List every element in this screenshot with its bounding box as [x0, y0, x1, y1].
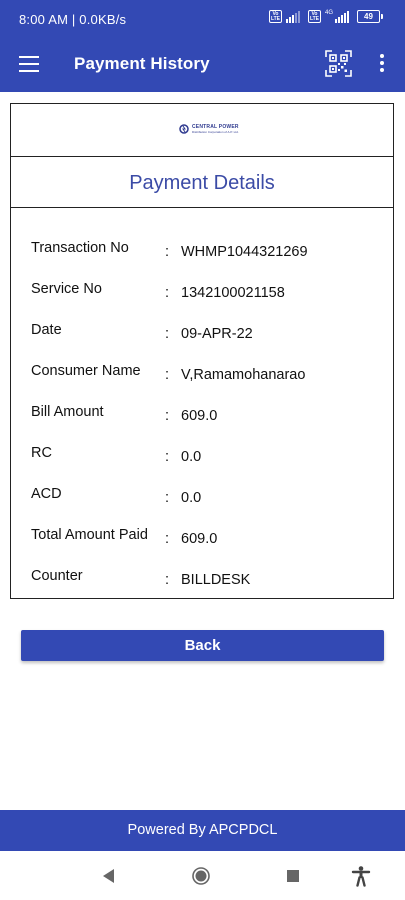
detail-row-date: Date : 09-APR-22 [11, 322, 393, 363]
row-label: Total Amount Paid [31, 527, 148, 543]
logo-header: CENTRAL POWER Distribution Corporation o… [11, 104, 393, 157]
payment-details-title: Payment Details [129, 172, 275, 194]
row-separator: : [165, 367, 170, 383]
row-value: 0.0 [181, 449, 202, 465]
row-value: 0.0 [181, 490, 202, 506]
row-separator: : [165, 285, 170, 301]
detail-row-consumer-name: Consumer Name : V,Ramamohanarao [11, 363, 393, 404]
nav-back-icon[interactable] [98, 865, 120, 887]
more-vert-icon[interactable] [372, 54, 392, 76]
section-title-box: Payment Details [11, 156, 393, 208]
row-value: 1342100021158 [181, 285, 285, 301]
network-type-label: 4G [324, 10, 333, 16]
signal-strength-icon [285, 10, 300, 23]
status-bar: 8:00 AM | 0.0KB/s Vo LTE Vo LTE 4G 49 [0, 0, 405, 38]
system-nav-bar [0, 851, 405, 900]
row-label: Date [31, 322, 62, 338]
row-separator: : [165, 490, 170, 506]
signal-strength-icon [335, 10, 349, 23]
battery-icon: 49 [357, 10, 383, 23]
footer-powered-by: Powered By APCPDCL [0, 810, 405, 851]
detail-row-rc: RC : 0.0 [11, 445, 393, 486]
qr-code-scan-icon[interactable] [325, 50, 352, 77]
detail-row-bill-amount: Bill Amount : 609.0 [11, 404, 393, 445]
row-value: 609.0 [181, 531, 218, 547]
back-button[interactable]: Back [21, 630, 384, 661]
row-separator: : [165, 408, 170, 424]
detail-row-counter: Counter : BILLDESK [11, 568, 393, 609]
row-value: V,Ramamohanarao [181, 367, 306, 383]
row-separator: : [165, 572, 170, 588]
row-separator: : [165, 326, 170, 342]
accessibility-icon[interactable] [350, 865, 372, 887]
row-separator: : [165, 531, 170, 547]
logo-emblem-icon [179, 124, 189, 134]
detail-row-total-amount-paid: Total Amount Paid : 609.0 [11, 527, 393, 568]
logo-subtitle: Distribution Corporation of A.P. Ltd. [192, 129, 239, 134]
hamburger-menu-icon[interactable] [19, 56, 39, 72]
page-title: Payment History [74, 54, 210, 73]
detail-row-transaction-no: Transaction No : WHMP1044321269 [11, 240, 393, 281]
row-label: ACD [31, 486, 62, 502]
row-separator: : [165, 449, 170, 465]
nav-recents-icon[interactable] [282, 865, 304, 887]
row-label: Bill Amount [31, 404, 104, 420]
nav-home-icon[interactable] [190, 865, 212, 887]
row-value: 09-APR-22 [181, 326, 253, 342]
row-value: BILLDESK [181, 572, 251, 588]
row-value: 609.0 [181, 408, 218, 424]
battery-level: 49 [357, 10, 380, 23]
logo-name: CENTRAL POWER [192, 123, 239, 130]
row-value: WHMP1044321269 [181, 244, 308, 260]
row-label: RC [31, 445, 52, 461]
row-separator: : [165, 244, 170, 260]
app-bar: Payment History [0, 38, 405, 92]
row-label: Counter [31, 568, 83, 584]
volte-icon: Vo LTE [307, 10, 321, 23]
detail-row-service-no: Service No : 1342100021158 [11, 281, 393, 322]
status-time: 8:00 AM | 0.0KB/s [19, 12, 127, 27]
volte-icon: Vo LTE [268, 10, 282, 23]
row-label: Transaction No [31, 240, 129, 256]
payment-details-card: CENTRAL POWER Distribution Corporation o… [10, 103, 394, 599]
apcpdcl-logo: CENTRAL POWER Distribution Corporation o… [179, 124, 239, 134]
detail-row-acd: ACD : 0.0 [11, 486, 393, 527]
row-label: Consumer Name [31, 363, 141, 379]
row-label: Service No [31, 281, 102, 297]
status-icons: Vo LTE Vo LTE 4G 49 [268, 10, 383, 23]
